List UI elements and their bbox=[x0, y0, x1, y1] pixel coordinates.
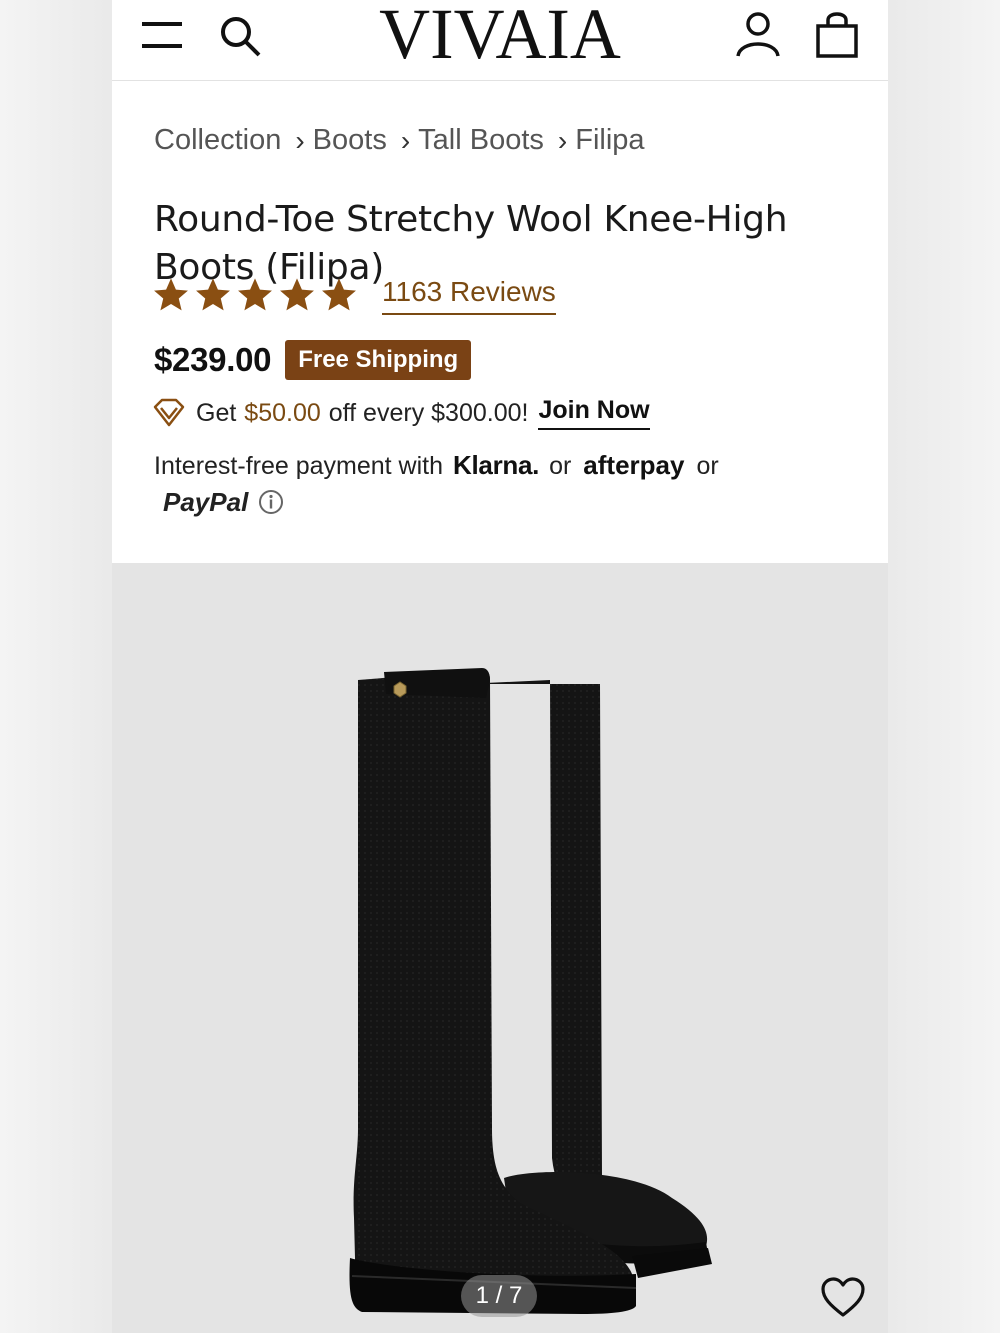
breadcrumb-collection[interactable]: Collection bbox=[154, 124, 281, 157]
brand-logo[interactable]: VIVAIA bbox=[345, 0, 655, 72]
account-icon[interactable] bbox=[732, 8, 784, 60]
promo-suffix: off every $300.00! bbox=[328, 398, 529, 427]
payment-or: or bbox=[549, 452, 572, 480]
breadcrumb-tall-boots[interactable]: Tall Boots bbox=[418, 124, 544, 157]
payment-or: or bbox=[696, 452, 719, 480]
star-icon bbox=[280, 278, 314, 311]
free-shipping-badge: Free Shipping bbox=[285, 340, 472, 380]
diamond-icon bbox=[153, 398, 185, 427]
price-row: $239.00 Free Shipping bbox=[154, 340, 472, 380]
star-icon bbox=[238, 278, 272, 311]
reviews-link[interactable]: 1163 Reviews bbox=[382, 275, 556, 315]
chevron-right-icon: › bbox=[557, 125, 568, 156]
chevron-right-icon: › bbox=[295, 125, 305, 156]
product-price: $239.00 bbox=[154, 341, 272, 378]
paypal-logo: PayPal bbox=[163, 487, 249, 517]
star-rating bbox=[152, 276, 358, 314]
klarna-logo: Klarna. bbox=[453, 450, 540, 480]
product-image-gallery[interactable] bbox=[112, 563, 888, 1333]
product-image-boots bbox=[349, 668, 712, 1314]
payment-prefix: Interest-free payment with bbox=[154, 452, 444, 480]
payment-options: Interest-free payment with Klarna. or af… bbox=[154, 448, 794, 519]
shopping-bag-icon[interactable] bbox=[812, 8, 864, 60]
afterpay-logo: afterpay bbox=[583, 450, 685, 480]
heart-icon[interactable] bbox=[820, 1275, 866, 1321]
search-icon[interactable] bbox=[216, 12, 264, 60]
membership-promo: Get $50.00 off every $300.00! Join Now bbox=[152, 396, 650, 430]
breadcrumb: Collection › Boots › Tall Boots › Filipa bbox=[154, 120, 645, 160]
promo-amount: $50.00 bbox=[244, 398, 321, 427]
breadcrumb-filipa[interactable]: Filipa bbox=[575, 124, 644, 157]
star-icon bbox=[154, 278, 188, 311]
info-icon[interactable] bbox=[258, 489, 284, 515]
image-counter: 1 / 7 bbox=[461, 1275, 537, 1317]
product-rating: 1163 Reviews bbox=[152, 275, 556, 315]
join-now-link[interactable]: Join Now bbox=[538, 396, 650, 430]
chevron-right-icon: › bbox=[400, 125, 411, 156]
product-page: VIVAIA Collection › Boots › Tall Boots ›… bbox=[112, 0, 888, 1333]
site-header: VIVAIA bbox=[112, 0, 888, 81]
star-icon bbox=[196, 278, 230, 311]
menu-icon[interactable] bbox=[140, 16, 184, 56]
breadcrumb-boots[interactable]: Boots bbox=[313, 124, 387, 157]
star-icon bbox=[322, 278, 356, 311]
promo-prefix: Get bbox=[196, 398, 237, 427]
